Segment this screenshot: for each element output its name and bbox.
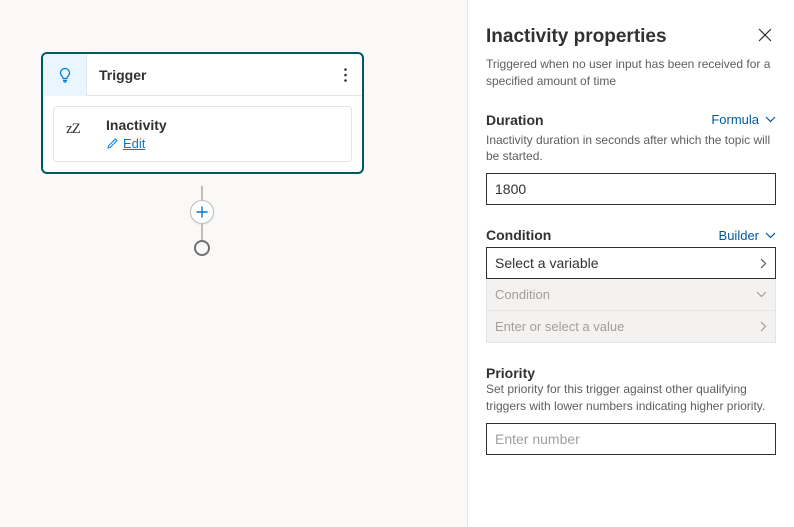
condition-section: Condition Builder Select a variable Cond…	[486, 227, 776, 343]
sleep-icon: zZ	[66, 117, 94, 138]
canvas-area[interactable]: Trigger zZ Inactivity Edit	[0, 0, 468, 527]
duration-mode-selector[interactable]: Formula	[711, 112, 776, 127]
lightbulb-icon	[43, 54, 87, 96]
chevron-right-icon	[760, 258, 767, 269]
condition-value-placeholder: Enter or select a value	[495, 319, 624, 334]
condition-operator-selector[interactable]: Condition	[487, 279, 775, 310]
duration-input[interactable]	[486, 173, 776, 205]
variable-selector-text: Select a variable	[495, 255, 599, 271]
condition-value-selector[interactable]: Enter or select a value	[487, 310, 775, 342]
priority-section: Priority Set priority for this trigger a…	[486, 365, 776, 455]
condition-label: Condition	[486, 227, 551, 243]
duration-description: Inactivity duration in seconds after whi…	[486, 132, 776, 166]
condition-builder-group: Condition Enter or select a value	[486, 279, 776, 343]
node-more-button[interactable]	[328, 68, 362, 82]
panel-subtitle: Triggered when no user input has been re…	[486, 56, 776, 90]
action-title: Inactivity	[106, 117, 167, 133]
condition-mode-selector[interactable]: Builder	[719, 228, 776, 243]
pencil-icon	[106, 137, 119, 150]
trigger-title: Trigger	[87, 67, 328, 83]
chevron-down-icon	[765, 116, 776, 123]
properties-panel: Inactivity properties Triggered when no …	[468, 0, 794, 527]
inactivity-action-card[interactable]: zZ Inactivity Edit	[53, 106, 352, 162]
edit-link[interactable]: Edit	[123, 136, 145, 151]
duration-section: Duration Formula Inactivity duration in …	[486, 112, 776, 206]
connector-line	[201, 186, 203, 200]
priority-input[interactable]	[486, 423, 776, 455]
connector-line-2	[201, 224, 203, 240]
add-node-button[interactable]	[190, 200, 214, 224]
terminator-node	[194, 240, 210, 256]
trigger-node-body: zZ Inactivity Edit	[43, 96, 362, 172]
condition-operator-placeholder: Condition	[495, 287, 550, 302]
trigger-node[interactable]: Trigger zZ Inactivity Edit	[41, 52, 364, 174]
chevron-down-icon	[756, 291, 767, 298]
duration-label: Duration	[486, 112, 544, 128]
priority-description: Set priority for this trigger against ot…	[486, 381, 776, 415]
trigger-node-header: Trigger	[43, 54, 362, 96]
close-icon	[758, 28, 772, 42]
close-button[interactable]	[754, 26, 776, 44]
priority-label: Priority	[486, 365, 776, 381]
duration-mode-text: Formula	[711, 112, 759, 127]
variable-selector[interactable]: Select a variable	[486, 247, 776, 279]
chevron-down-icon	[765, 232, 776, 239]
condition-mode-text: Builder	[719, 228, 759, 243]
panel-title: Inactivity properties	[486, 26, 667, 48]
chevron-right-icon	[760, 321, 767, 332]
